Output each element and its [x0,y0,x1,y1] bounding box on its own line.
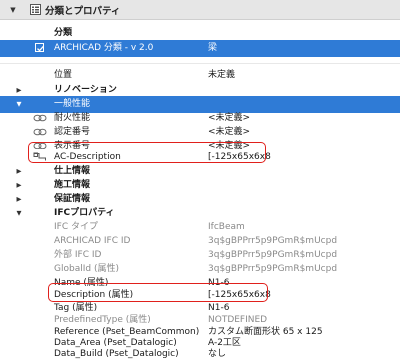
property-value[interactable]: <未定義> [208,127,250,138]
ifc-property-value[interactable]: 3q$gBPPrr5p9PGmR$mUcpd [208,264,337,275]
position-label: 位置 [54,70,73,80]
ac-description-value[interactable]: [-125x65x6x8 [208,152,271,163]
classification-system-row[interactable]: ARCHICAD 分類 - v 2.0 梁 [0,40,400,57]
ifc-property-label: 外部 IFC ID [54,250,102,260]
ifc-property-row[interactable]: Data_Build (Pset_Datalogic) なし [0,346,400,363]
ifc-property-value[interactable]: なし [208,349,226,360]
property-label: 認定番号 [54,127,91,137]
ifc-property-label: IFC タイプ [54,222,98,232]
classification-system-value[interactable]: 梁 [208,43,217,54]
property-label: 耐火性能 [54,113,91,123]
link-icon [33,114,47,122]
expand-arrow-icon[interactable]: ▶ [14,180,24,190]
panel-title: 分類とプロパティ [45,6,121,17]
ifc-group-label: IFCプロパティ [54,208,115,218]
ac-description-label: AC-Description [54,152,121,162]
property-value[interactable]: <未定義> [208,113,250,124]
expand-arrow-icon[interactable]: ▶ [14,85,24,95]
group-label: 保証情報 [54,194,91,204]
ifc-property-value[interactable]: 3q$gBPPrr5p9PGmR$mUcpd [208,250,337,261]
link-icon [33,128,47,136]
expression-icon [33,152,46,161]
classification-system-label: ARCHICAD 分類 - v 2.0 [54,43,154,53]
collapse-arrow-icon[interactable]: ▼ [14,208,24,218]
position-value[interactable]: 未定義 [208,70,235,81]
panel-header[interactable]: ▼ 分類とプロパティ [0,0,400,20]
checked-checkbox-icon[interactable] [35,43,44,52]
ifc-property-label: GlobalId (属性) [54,264,119,274]
properties-list-icon [30,4,41,15]
expand-arrow-icon[interactable]: ▶ [14,166,24,176]
collapse-caret-icon[interactable]: ▼ [8,5,18,15]
divider [0,63,400,64]
ifc-property-value[interactable]: IfcBeam [208,222,245,233]
group-label: 施工情報 [54,180,91,190]
group-label: 仕上情報 [54,166,91,176]
renovation-label: リノベーション [54,85,117,95]
ifc-property-value[interactable]: 3q$gBPPrr5p9PGmR$mUcpd [208,236,337,247]
classification-section-label: 分類 [54,28,73,38]
expand-arrow-icon[interactable]: ▶ [14,194,24,204]
classification-properties-panel: ▼ 分類とプロパティ 分類 ARCHICAD 分類 - v 2.0 梁 位置 未… [0,0,400,359]
ifc-property-label: ARCHICAD IFC ID [54,236,131,246]
general-label: 一般性能 [54,99,91,109]
collapse-arrow-icon[interactable]: ▼ [14,99,24,109]
ifc-property-label: Data_Build (Pset_Datalogic) [54,349,179,359]
